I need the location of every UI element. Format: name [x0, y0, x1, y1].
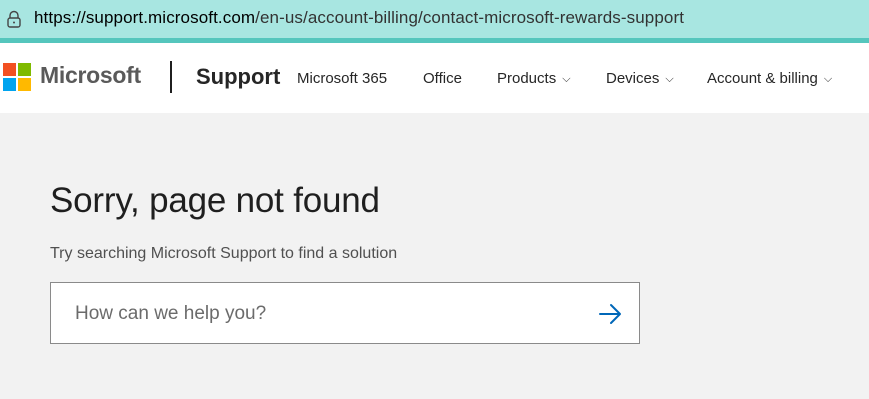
microsoft-brand-link[interactable]: Microsoft	[40, 62, 141, 89]
page-title: Sorry, page not found	[50, 181, 380, 220]
arrow-right-icon[interactable]	[595, 299, 625, 329]
browser-address-bar[interactable]: https://support.microsoft.com/en-us/acco…	[0, 0, 869, 43]
nav-products[interactable]: Products ⌵	[497, 70, 571, 87]
url-text[interactable]: https://support.microsoft.com/en-us/acco…	[34, 8, 684, 28]
nav-account-billing[interactable]: Account & billing ⌵	[707, 70, 832, 87]
chevron-down-icon: ⌵	[562, 73, 571, 85]
nav-label: Microsoft 365	[297, 70, 388, 87]
nav-label: Account & billing	[707, 70, 818, 87]
microsoft-logo-icon[interactable]	[3, 63, 31, 91]
page-subtitle: Try searching Microsoft Support to find …	[50, 245, 398, 262]
search-box	[50, 282, 640, 344]
header-divider	[170, 61, 172, 93]
chevron-down-icon: ⌵	[665, 73, 674, 85]
support-home-link[interactable]: Support	[196, 64, 280, 90]
nav-label: Products	[497, 70, 557, 87]
nav-label: Devices	[606, 70, 660, 87]
url-path: /en-us/account-billing/contact-microsoft…	[255, 8, 685, 27]
nav-label: Office	[423, 70, 462, 87]
nav-office[interactable]: Office	[423, 70, 462, 87]
lock-icon[interactable]	[6, 10, 22, 28]
chevron-down-icon: ⌵	[823, 73, 833, 85]
nav-microsoft-365[interactable]: Microsoft 365	[297, 70, 387, 87]
search-input[interactable]	[73, 299, 577, 329]
nav-devices[interactable]: Devices ⌵	[606, 70, 674, 87]
url-host: https://support.microsoft.com	[34, 8, 256, 27]
site-header: Microsoft Support Microsoft 365 Office P…	[0, 43, 869, 113]
